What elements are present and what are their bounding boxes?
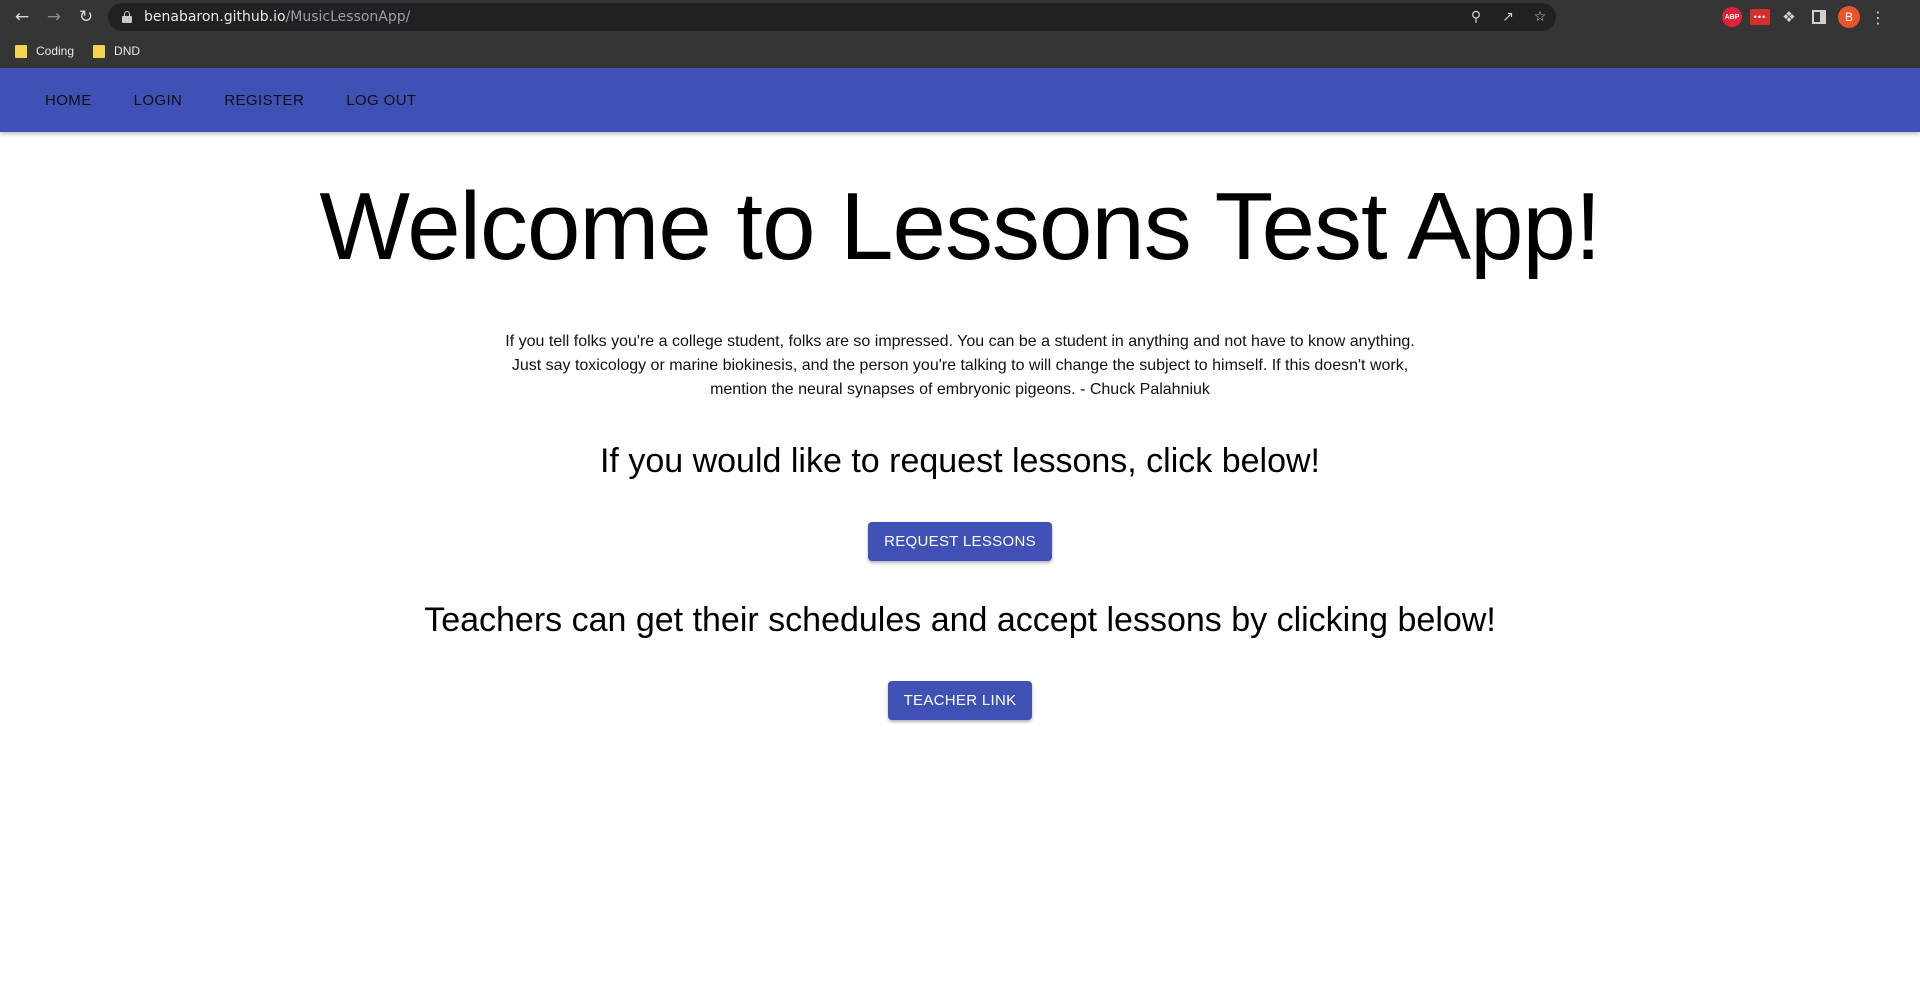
lock-icon (122, 11, 132, 23)
url-host: benabaron.github.io (144, 9, 286, 25)
bookmark-dnd[interactable]: DND (93, 44, 140, 58)
nav-home-button[interactable]: Home (24, 84, 113, 117)
teacher-link-button[interactable]: Teacher Link (887, 681, 1033, 720)
bookmarks-bar: Coding DND (0, 34, 1920, 68)
url-path: /MusicLessonApp/ (285, 9, 411, 25)
nav-login-button[interactable]: Login (113, 84, 204, 117)
kebab-menu-icon[interactable]: ⋮ (1868, 8, 1888, 27)
forward-arrow-icon[interactable]: → (40, 3, 68, 31)
share-icon[interactable]: ↗ (1492, 9, 1524, 25)
browser-toolbar: ← → ↻ benabaron.github.io/MusicLessonApp… (0, 0, 1920, 34)
extensions-puzzle-icon[interactable]: ❖ (1778, 8, 1800, 26)
request-heading: If you would like to request lessons, cl… (599, 442, 1320, 480)
app-navbar: Home Login Register Log out (0, 68, 1920, 132)
quote-text: If you tell folks you're a college stude… (505, 333, 1415, 398)
folder-icon (93, 44, 106, 58)
key-icon[interactable]: ⚲ (1460, 9, 1492, 25)
request-lessons-button[interactable]: Request Lessons (868, 522, 1052, 561)
url-text[interactable]: benabaron.github.io/MusicLessonApp/ (144, 9, 410, 25)
reload-icon[interactable]: ↻ (72, 3, 100, 31)
star-icon[interactable]: ☆ (1524, 9, 1556, 25)
nav-register-button[interactable]: Register (203, 84, 325, 117)
bookmark-label: Coding (36, 44, 75, 58)
back-arrow-icon[interactable]: ← (8, 3, 36, 31)
teacher-heading: Teachers can get their schedules and acc… (424, 601, 1496, 639)
bookmark-label: DND (114, 44, 141, 58)
address-bar[interactable]: benabaron.github.io/MusicLessonApp/ ⚲ ↗ … (108, 3, 1556, 31)
folder-icon (15, 44, 27, 58)
side-panel-icon[interactable] (1812, 10, 1826, 24)
nav-logout-button[interactable]: Log out (325, 84, 437, 117)
profile-avatar[interactable]: B (1838, 6, 1860, 28)
lastpass-extension-icon[interactable]: ••• (1750, 9, 1770, 25)
bookmark-coding[interactable]: Coding (15, 44, 74, 58)
adblock-extension-icon[interactable]: ABP (1722, 7, 1742, 27)
page-title: Welcome to Lessons Test App! (319, 173, 1601, 280)
main-content: Welcome to Lessons Test App! If you tell… (0, 132, 1920, 720)
